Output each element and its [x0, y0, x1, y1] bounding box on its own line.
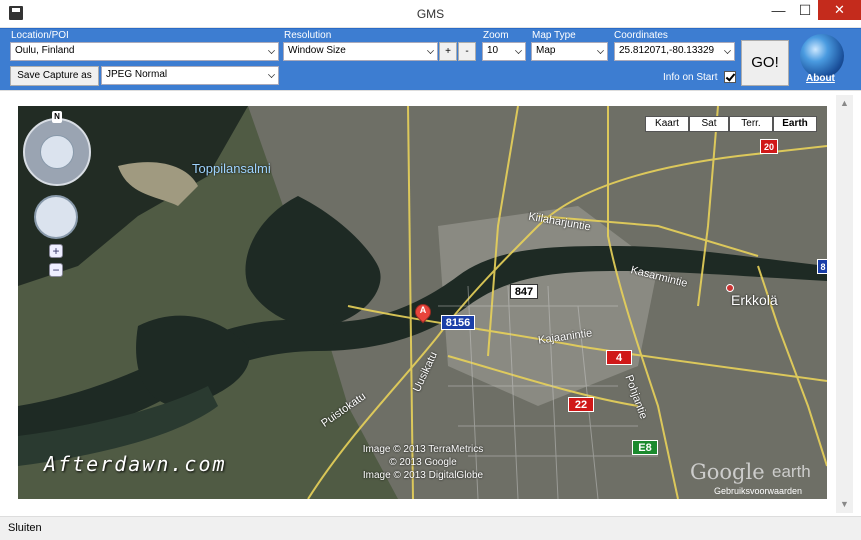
- status-bar: Sluiten: [0, 516, 861, 540]
- maptype-label: Map Type: [532, 30, 576, 41]
- road-shield-e8: E8: [632, 440, 658, 455]
- info-on-start-label: Info on Start: [663, 72, 718, 83]
- road-shield-20: 20: [760, 139, 778, 154]
- coordinates-select[interactable]: 25.812071,-80.13329: [614, 42, 735, 61]
- compass-north-label: N: [52, 111, 62, 123]
- content-area: N + − Kaart Sat Terr. Earth Toppilansalm…: [0, 90, 861, 516]
- map-zoom-out-button[interactable]: −: [49, 263, 63, 277]
- chevron-down-icon: [268, 47, 275, 54]
- location-value: Oulu, Finland: [15, 45, 75, 56]
- scroll-up-icon[interactable]: ▲: [836, 95, 853, 112]
- maptype-earth-button[interactable]: Earth: [773, 116, 817, 132]
- about-link[interactable]: About: [806, 73, 835, 84]
- location-select[interactable]: Oulu, Finland: [10, 42, 279, 61]
- copyright-digitalglobe: Image © 2013 DigitalGlobe: [362, 470, 484, 481]
- marker-letter: A: [419, 305, 427, 315]
- maximize-button[interactable]: ☐: [792, 0, 818, 20]
- place-dot-icon: [726, 284, 734, 292]
- title-bar: GMS — ☐ ✕: [0, 0, 861, 28]
- coordinates-value: 25.812071,-80.13329: [619, 45, 715, 56]
- chevron-down-icon: [515, 47, 522, 54]
- resolution-select[interactable]: Window Size: [283, 42, 438, 61]
- maptype-kaart-button[interactable]: Kaart: [645, 116, 689, 132]
- format-value: JPEG Normal: [106, 69, 168, 80]
- road-shield-8156: 8156: [441, 315, 475, 330]
- map-view[interactable]: N + − Kaart Sat Terr. Earth Toppilansalm…: [18, 106, 827, 499]
- earth-logo-word: earth: [772, 462, 811, 481]
- vertical-scrollbar[interactable]: ▲ ▼: [836, 95, 853, 513]
- watermark: Afterdawn.com: [44, 452, 227, 476]
- go-button[interactable]: GO!: [741, 40, 789, 86]
- map-marker-a[interactable]: A: [411, 300, 435, 326]
- map-zoom-in-button[interactable]: +: [49, 244, 63, 258]
- location-label: Location/POI: [11, 30, 69, 41]
- save-capture-button[interactable]: Save Capture as: [10, 66, 99, 86]
- globe-icon[interactable]: [800, 34, 844, 78]
- zoom-value: 10: [487, 45, 499, 56]
- resolution-label: Resolution: [284, 30, 332, 41]
- road-shield-22: 22: [568, 397, 594, 412]
- zoom-label: Zoom: [483, 30, 509, 41]
- road-shield-847: 847: [510, 284, 538, 299]
- place-label-erkkola: Erkkolä: [731, 292, 778, 308]
- chevron-down-icon: [724, 47, 731, 54]
- format-select[interactable]: JPEG Normal: [101, 66, 279, 85]
- road-shield-4: 4: [606, 350, 632, 365]
- resolution-value: Window Size: [288, 45, 346, 56]
- chevron-down-icon: [597, 47, 604, 54]
- window-title: GMS: [416, 7, 445, 21]
- terms-link[interactable]: Gebruiksvoorwaarden: [714, 486, 802, 496]
- road-shield-8: 8: [817, 259, 827, 274]
- chevron-down-icon: [268, 71, 275, 78]
- minus-button[interactable]: -: [458, 42, 476, 61]
- minimize-button[interactable]: —: [765, 0, 792, 20]
- coordinates-label: Coordinates: [614, 30, 668, 41]
- place-label-toppilansalmi: Toppilansalmi: [192, 161, 271, 176]
- hand-pan-icon[interactable]: [34, 195, 78, 239]
- maptype-select[interactable]: Map: [531, 42, 608, 61]
- zoom-select[interactable]: 10: [482, 42, 526, 61]
- copyright-terrametrics: Image © 2013 TerraMetrics: [362, 444, 484, 455]
- status-text: Sluiten: [8, 522, 42, 534]
- plus-button[interactable]: +: [439, 42, 457, 61]
- maptype-sat-button[interactable]: Sat: [689, 116, 729, 132]
- maptype-value: Map: [536, 45, 556, 56]
- toolbar: Location/POI Oulu, Finland Save Capture …: [0, 28, 861, 90]
- copyright-google: © 2013 Google: [389, 457, 457, 468]
- close-button[interactable]: ✕: [818, 0, 861, 20]
- maptype-terr-button[interactable]: Terr.: [729, 116, 773, 132]
- google-logo: Google: [690, 460, 765, 484]
- info-on-start-checkbox[interactable]: [724, 71, 736, 83]
- scroll-down-icon[interactable]: ▼: [836, 496, 853, 513]
- chevron-down-icon: [427, 47, 434, 54]
- eye-icon[interactable]: [40, 135, 74, 169]
